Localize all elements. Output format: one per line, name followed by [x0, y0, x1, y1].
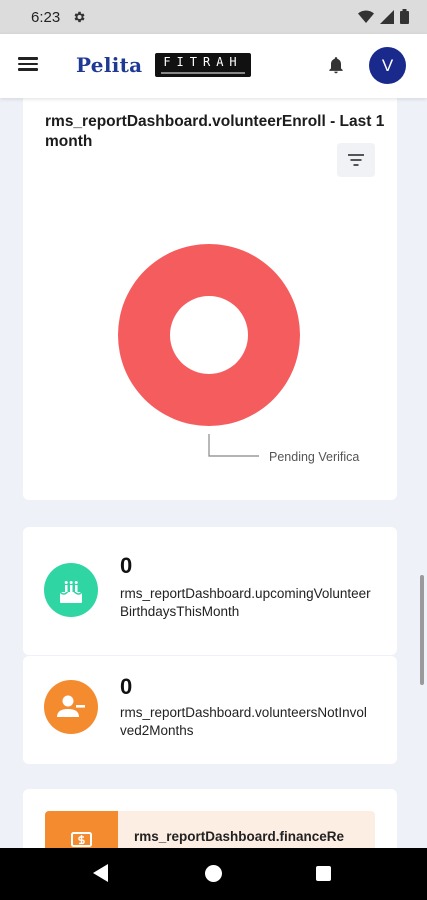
chart-title: rms_reportDashboard.volunteerEnroll - La… [45, 113, 385, 150]
birthdays-count: 0 [120, 553, 133, 578]
user-remove-icon [44, 680, 98, 734]
battery-icon [400, 9, 409, 29]
cake-icon [44, 563, 98, 617]
finance-report-item[interactable]: rms_reportDashboard.financeRe [45, 811, 375, 848]
recents-icon[interactable] [316, 866, 331, 881]
home-icon[interactable] [205, 865, 222, 882]
fitrah-logo-text: FITRAH [163, 55, 243, 69]
status-bar: 6:23 [0, 0, 427, 34]
volunteer-enroll-card: rms_reportDashboard.volunteerEnroll - La… [23, 98, 397, 500]
filter-icon [348, 154, 364, 156]
filter-button[interactable] [337, 143, 375, 177]
status-time: 6:23 [31, 9, 61, 26]
not-involved-count: 0 [120, 674, 133, 699]
slice-leader-line [208, 434, 259, 457]
notification-bell-icon[interactable] [326, 54, 346, 76]
upcoming-birthdays-card[interactable]: 0 rms_reportDashboard.upcomingVolunteerB… [23, 527, 397, 655]
signal-icon [380, 9, 394, 29]
menu-icon[interactable] [18, 54, 42, 78]
donut-slice-0[interactable] [118, 244, 300, 426]
finance-report-card[interactable]: rms_reportDashboard.financeRe [23, 789, 397, 848]
volunteers-not-involved-card[interactable]: 0 rms_reportDashboard.volunteersNotInvol… [23, 656, 397, 764]
finance-icon [45, 811, 118, 848]
donut-chart [118, 244, 300, 457]
dashboard-content[interactable]: rms_reportDashboard.volunteerEnroll - La… [0, 98, 427, 848]
user-avatar[interactable]: V [369, 47, 406, 84]
finance-report-label: rms_reportDashboard.financeRe [134, 829, 345, 844]
not-involved-label: rms_reportDashboard.volunteersNotInvolve… [120, 705, 367, 738]
settings-gear-icon [72, 10, 86, 29]
birthdays-label: rms_reportDashboard.upcomingVolunteerBir… [120, 586, 371, 619]
slice-label: Pending Verifica [269, 450, 360, 464]
wifi-icon [358, 9, 374, 29]
app-header: Pelita FITRAH V [0, 34, 427, 98]
fitrah-logo: FITRAH [155, 53, 251, 77]
back-icon[interactable] [93, 864, 109, 887]
scrollbar-thumb[interactable] [420, 575, 424, 685]
system-nav-bar [0, 848, 427, 900]
pelita-logo-text: Pelita [76, 53, 143, 77]
pelita-logo: Pelita [76, 53, 142, 77]
